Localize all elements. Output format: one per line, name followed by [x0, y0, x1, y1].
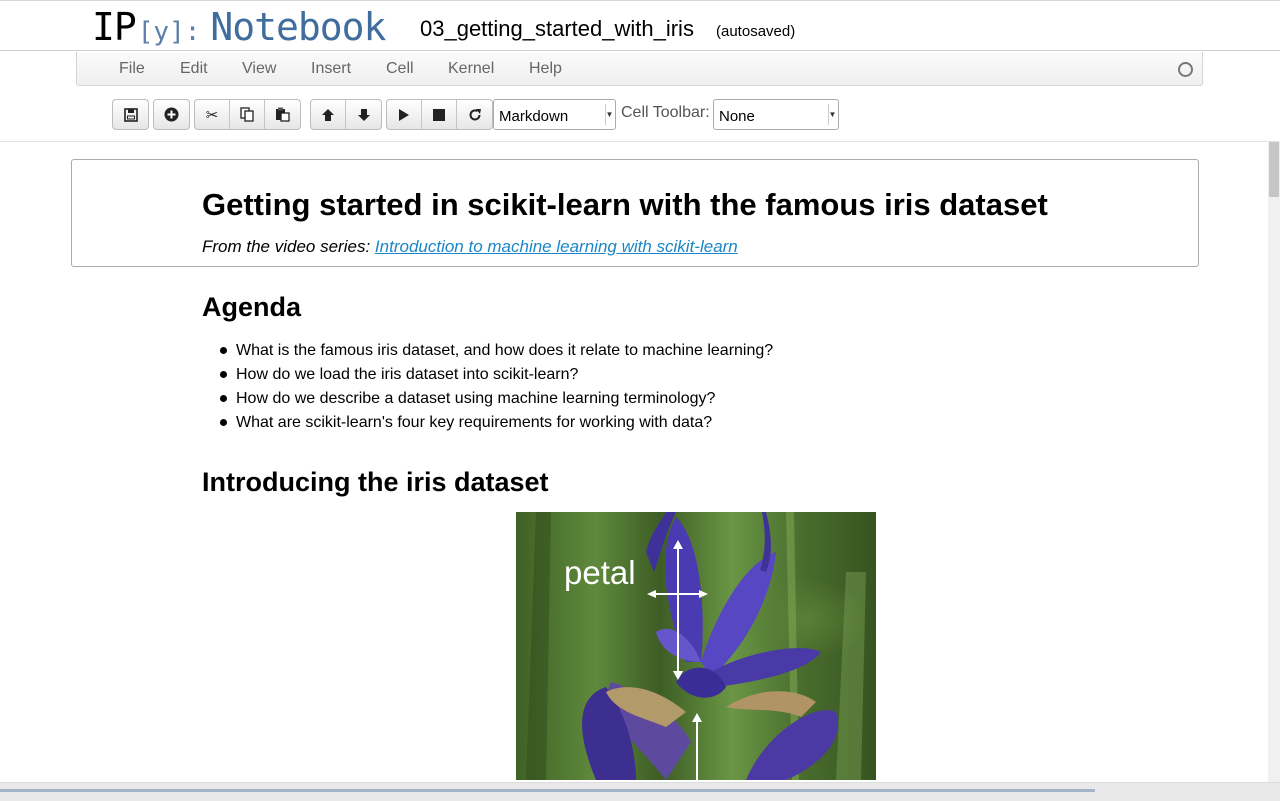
notebook-title: Getting started in scikit-learn with the… — [202, 187, 1048, 222]
video-series-line: From the video series: Introduction to m… — [202, 237, 738, 257]
cell-toolbar-label: Cell Toolbar: — [621, 104, 710, 121]
insert-group — [153, 99, 190, 130]
notebook-area[interactable]: Getting started in scikit-learn with the… — [0, 141, 1280, 801]
menu-insert[interactable]: Insert — [311, 60, 351, 78]
autosave-status: (autosaved) — [716, 23, 796, 40]
menu-view[interactable]: View — [242, 60, 276, 78]
petal-label: petal — [564, 554, 636, 591]
cell-type-value: Markdown — [499, 108, 569, 125]
insert-cell-below-icon[interactable] — [154, 100, 189, 129]
cell-toolbar-select[interactable]: None ▼ — [713, 99, 839, 130]
subtitle-prefix: From the video series: — [202, 237, 371, 256]
save-icon[interactable] — [113, 100, 148, 129]
stop-icon[interactable] — [422, 100, 457, 129]
run-group — [386, 99, 493, 130]
menu-edit[interactable]: Edit — [180, 60, 208, 78]
toolbar: ✂ Markdown ▼ Cell Toolbar: None ▼ — [0, 90, 1280, 140]
horizontal-scrollbar[interactable] — [0, 782, 1280, 801]
notebook-name[interactable]: 03_getting_started_with_iris — [420, 16, 694, 42]
scroll-thumb[interactable] — [1269, 142, 1279, 197]
vertical-scrollbar[interactable] — [1268, 142, 1280, 782]
edit-group: ✂ — [194, 99, 301, 130]
agenda-item: How do we load the iris dataset into sci… — [202, 363, 773, 387]
logo-ip: IP — [92, 5, 137, 49]
chevron-down-icon: ▼ — [605, 104, 613, 125]
menubar: File Edit View Insert Cell Kernel Help — [76, 52, 1203, 86]
paste-icon[interactable] — [265, 100, 300, 129]
agenda-list: What is the famous iris dataset, and how… — [202, 339, 773, 435]
copy-icon[interactable] — [230, 100, 265, 129]
cell-type-select[interactable]: Markdown ▼ — [493, 99, 616, 130]
move-group — [310, 99, 382, 130]
logo-y: [y]: — [137, 17, 201, 47]
agenda-heading: Agenda — [202, 292, 302, 322]
chevron-down-icon: ▼ — [828, 104, 836, 125]
kernel-status-icon — [1178, 62, 1193, 77]
save-group — [112, 99, 149, 130]
menu-file[interactable]: File — [119, 60, 145, 78]
logo-notebook: Notebook — [210, 5, 386, 49]
move-down-icon[interactable] — [346, 100, 381, 129]
menu-kernel[interactable]: Kernel — [448, 60, 494, 78]
iris-flower-image: petal — [516, 512, 876, 780]
ipython-logo[interactable]: IP [y]: Notebook — [92, 5, 386, 49]
move-up-icon[interactable] — [311, 100, 346, 129]
agenda-item: What are scikit-learn's four key require… — [202, 411, 773, 435]
notebook-header: IP [y]: Notebook 03_getting_started_with… — [0, 0, 1280, 51]
agenda-item: What is the famous iris dataset, and how… — [202, 339, 773, 363]
cut-icon[interactable]: ✂ — [195, 100, 230, 129]
restart-icon[interactable] — [457, 100, 492, 129]
hscroll-thumb[interactable] — [0, 789, 1095, 792]
video-series-link[interactable]: Introduction to machine learning with sc… — [375, 237, 738, 256]
agenda-item: How do we describe a dataset using machi… — [202, 387, 773, 411]
intro-heading: Introducing the iris dataset — [202, 467, 549, 497]
menu-cell[interactable]: Cell — [386, 60, 414, 78]
menu-help[interactable]: Help — [529, 60, 562, 78]
cell-toolbar-value: None — [719, 108, 755, 125]
run-icon[interactable] — [387, 100, 422, 129]
